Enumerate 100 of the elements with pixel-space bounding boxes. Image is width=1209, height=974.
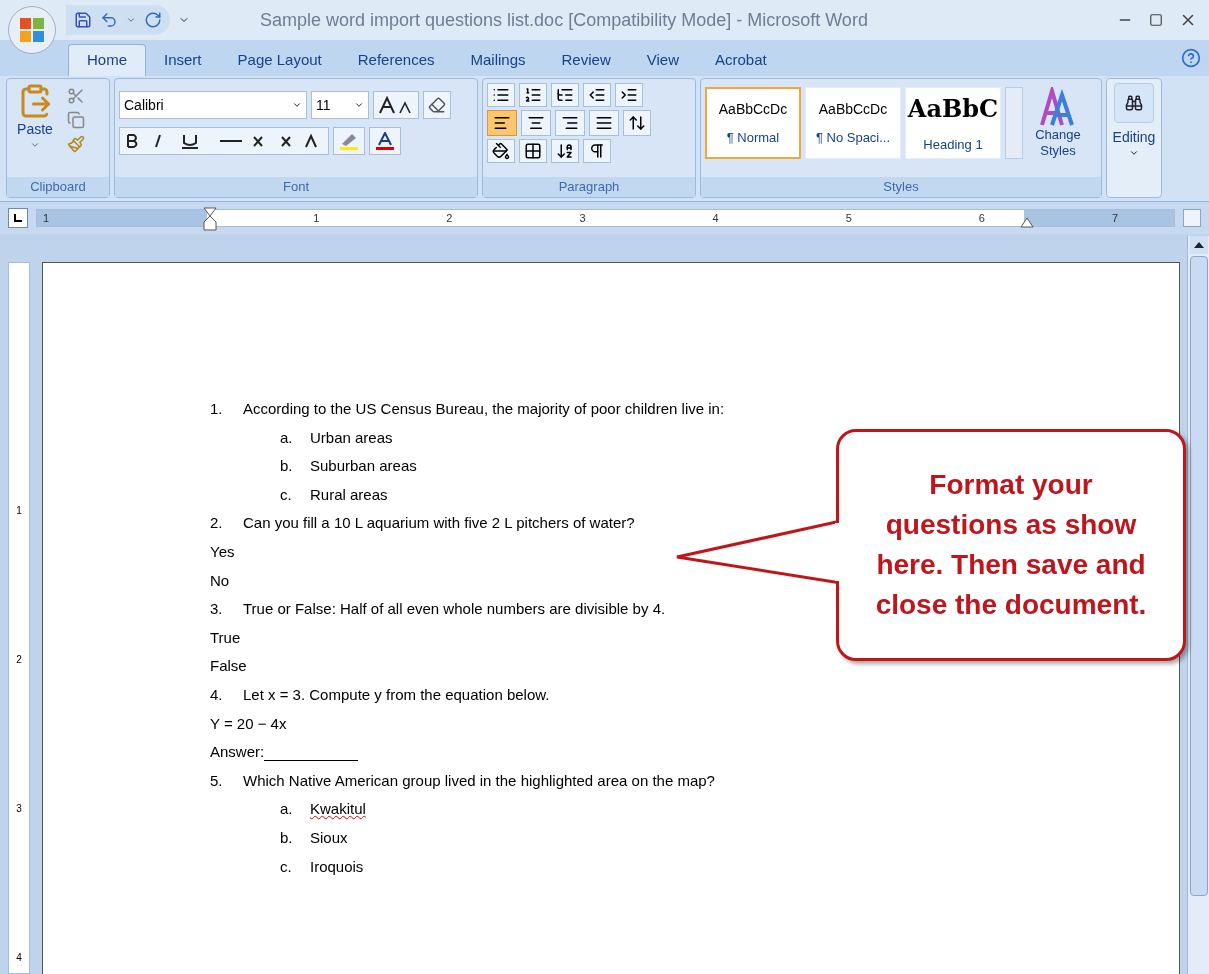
line-spacing-button[interactable] bbox=[623, 110, 651, 136]
align-right-icon bbox=[561, 114, 579, 132]
borders-icon bbox=[524, 142, 542, 160]
align-button[interactable] bbox=[589, 110, 619, 136]
ribbon-tab[interactable]: Review bbox=[543, 44, 629, 76]
undo-icon[interactable] bbox=[100, 11, 118, 29]
answer-text: False bbox=[210, 657, 247, 675]
borders-button[interactable] bbox=[519, 139, 547, 163]
option-text: Urban areas bbox=[310, 427, 393, 448]
ruler-number: 2 bbox=[446, 210, 453, 226]
indent-marker-icon[interactable] bbox=[203, 207, 217, 231]
align-center-icon bbox=[527, 114, 545, 132]
paint-bucket-icon bbox=[492, 142, 510, 160]
save-icon[interactable] bbox=[74, 11, 92, 29]
ribbon-tab[interactable]: Mailings bbox=[452, 44, 544, 76]
increase-indent-button[interactable] bbox=[615, 83, 643, 107]
numbering-icon bbox=[524, 86, 542, 104]
tab-stop-icon bbox=[13, 213, 23, 223]
change-styles-button[interactable]: Change Styles bbox=[1027, 87, 1089, 159]
option-text: Iroquois bbox=[310, 856, 364, 877]
highlight-color-icon[interactable] bbox=[333, 127, 365, 155]
option-text: Kwakitul bbox=[310, 799, 366, 820]
pilcrow-icon bbox=[588, 142, 606, 160]
scroll-up-icon[interactable] bbox=[1189, 236, 1208, 254]
list-letter: c. bbox=[280, 856, 293, 877]
tab-selector[interactable] bbox=[8, 208, 28, 228]
editing-button[interactable]: Editing bbox=[1112, 83, 1156, 158]
font-color-icon[interactable] bbox=[369, 127, 401, 155]
ruler-number: 3 bbox=[579, 210, 586, 226]
style-option[interactable]: AaBbC Heading 1 bbox=[905, 87, 1001, 159]
format-painter-icon[interactable] bbox=[67, 135, 85, 153]
styles-scrollbar[interactable] bbox=[1005, 87, 1023, 159]
help-icon[interactable] bbox=[1181, 48, 1201, 68]
show-formatting-button[interactable] bbox=[583, 139, 611, 163]
answer-text: Yes bbox=[210, 542, 235, 560]
align-left-icon bbox=[493, 114, 511, 132]
answer-label: Answer: bbox=[210, 742, 265, 763]
list-number: 5. bbox=[210, 770, 224, 791]
align-button[interactable] bbox=[555, 110, 585, 136]
multilevel-list-button[interactable] bbox=[551, 83, 579, 107]
ribbon-tab[interactable]: Page Layout bbox=[219, 44, 340, 76]
caret-icon[interactable] bbox=[126, 15, 136, 25]
style-option[interactable]: AaBbCcDc ¶ Normal bbox=[705, 87, 801, 159]
scroll-thumb[interactable] bbox=[1189, 256, 1208, 896]
align-button[interactable] bbox=[487, 110, 517, 136]
line-spacing-icon bbox=[628, 114, 646, 132]
grow-font-icon[interactable] bbox=[373, 91, 419, 119]
office-button[interactable] bbox=[8, 6, 56, 54]
decrease-indent-icon bbox=[588, 86, 606, 104]
ruler-number: 7 bbox=[1111, 210, 1118, 226]
caret-icon bbox=[292, 100, 302, 110]
ribbon-tab[interactable]: View bbox=[628, 44, 697, 76]
window-title: Sample word import questions list.doc [Compatibility Mode] - Microsoft Word bbox=[260, 8, 868, 32]
list-letter: b. bbox=[280, 827, 294, 848]
ribbon-tab[interactable]: Insert bbox=[146, 44, 220, 76]
caret-icon bbox=[354, 100, 364, 110]
align-button[interactable] bbox=[521, 110, 551, 136]
bullets-button[interactable] bbox=[487, 83, 515, 107]
font-name-field[interactable]: Calibri bbox=[119, 91, 307, 119]
ruler-number: 1 bbox=[313, 210, 320, 226]
list-letter: a. bbox=[280, 799, 294, 820]
cut-icon[interactable] bbox=[67, 87, 85, 105]
decrease-indent-button[interactable] bbox=[583, 83, 611, 107]
question-text: Which Native American group lived in the highlighted area on the map? bbox=[243, 770, 715, 791]
list-number: 4. bbox=[210, 684, 224, 705]
sort-button[interactable] bbox=[551, 139, 579, 163]
clear-format-icon[interactable] bbox=[423, 91, 451, 119]
ruler-number: 5 bbox=[845, 210, 852, 226]
font-size-field[interactable]: 11 bbox=[311, 91, 369, 119]
change-styles-icon bbox=[1040, 87, 1076, 127]
eraser-icon bbox=[428, 96, 446, 114]
option-text: Rural areas bbox=[310, 484, 388, 505]
group-label: Paragraph bbox=[483, 177, 695, 197]
ruler-number: 4 bbox=[712, 210, 719, 226]
ribbon-tab[interactable]: Acrobat bbox=[696, 44, 785, 76]
multilevel-list-icon bbox=[556, 86, 574, 104]
paste-button[interactable]: Paste bbox=[11, 83, 59, 153]
right-indent-marker-icon[interactable] bbox=[1020, 216, 1034, 228]
style-option[interactable]: AaBbCcDc ¶ No Spaci... bbox=[805, 87, 901, 159]
ribbon-tab[interactable]: References bbox=[339, 44, 453, 76]
group-label: Clipboard bbox=[7, 177, 109, 197]
group-label: Font bbox=[115, 177, 477, 197]
list-number: 3. bbox=[210, 599, 224, 620]
redo-icon[interactable] bbox=[144, 11, 162, 29]
caret-icon bbox=[30, 140, 40, 150]
vertical-scrollbar[interactable] bbox=[1187, 236, 1209, 974]
ruler-number: 2 bbox=[16, 653, 22, 667]
callout-text: Format your questions as show here. Then save and close the document. bbox=[874, 468, 1148, 622]
copy-icon[interactable] bbox=[67, 111, 85, 129]
shading-button[interactable] bbox=[487, 139, 515, 163]
increase-indent-icon bbox=[620, 86, 638, 104]
caret-icon bbox=[1129, 148, 1139, 158]
maximize-icon[interactable] bbox=[1149, 13, 1163, 27]
answer-text: No bbox=[210, 571, 230, 589]
formatting-toolbar-icon[interactable] bbox=[119, 127, 329, 155]
ruler-number: 6 bbox=[978, 210, 985, 226]
ruler-number: 3 bbox=[16, 802, 22, 816]
office-logo-icon bbox=[19, 17, 45, 43]
ribbon-tab[interactable]: Home bbox=[68, 44, 146, 76]
numbering-button[interactable] bbox=[519, 83, 547, 107]
